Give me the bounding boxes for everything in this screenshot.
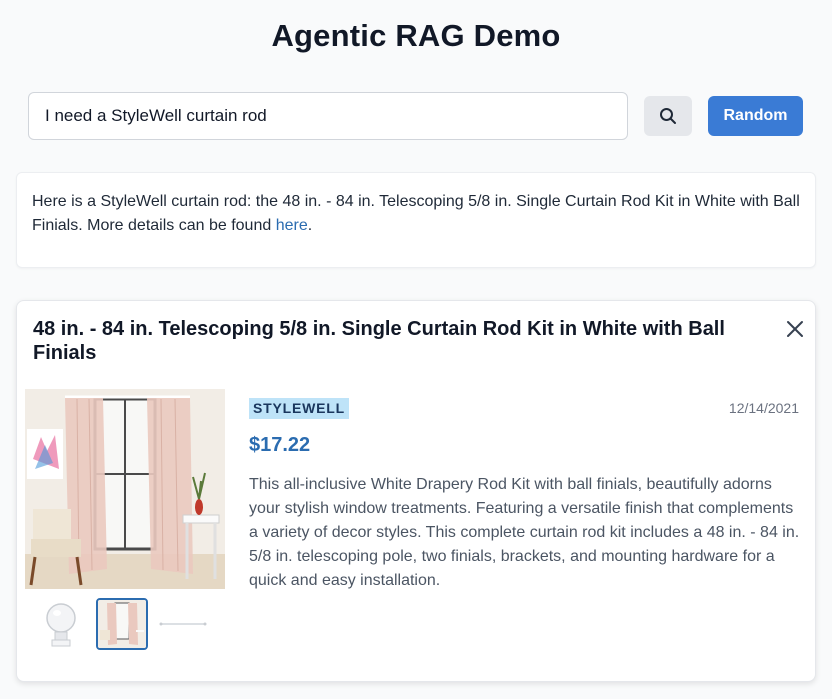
- answer-box: Here is a StyleWell curtain rod: the 48 …: [16, 172, 816, 268]
- close-button[interactable]: [783, 317, 807, 341]
- details-link[interactable]: here: [276, 217, 308, 234]
- close-icon: [787, 321, 803, 337]
- product-description: This all-inclusive White Drapery Rod Kit…: [249, 476, 800, 589]
- thumbnail-curtain-room[interactable]: [96, 598, 148, 650]
- brand-badge: STYLEWELL: [249, 398, 349, 419]
- answer-text-end: .: [307, 217, 313, 234]
- product-date: 12/14/2021: [728, 400, 799, 416]
- answer-text: Here is a StyleWell curtain rod: the 48 …: [32, 193, 800, 234]
- thumbnail-curtain-rod[interactable]: [157, 598, 209, 650]
- product-title: 48 in. - 84 in. Telescoping 5/8 in. Sing…: [33, 318, 725, 364]
- product-price: $17.22: [249, 434, 311, 456]
- page-title: Agentic RAG Demo: [271, 18, 561, 53]
- thumbnail-ball-finial[interactable]: [35, 598, 87, 650]
- search-button[interactable]: [644, 96, 692, 136]
- search-input[interactable]: [28, 92, 628, 140]
- random-button[interactable]: Random: [708, 96, 803, 136]
- search-icon: [660, 108, 676, 124]
- product-main-image: [25, 389, 225, 589]
- product-card: 48 in. - 84 in. Telescoping 5/8 in. Sing…: [16, 300, 816, 682]
